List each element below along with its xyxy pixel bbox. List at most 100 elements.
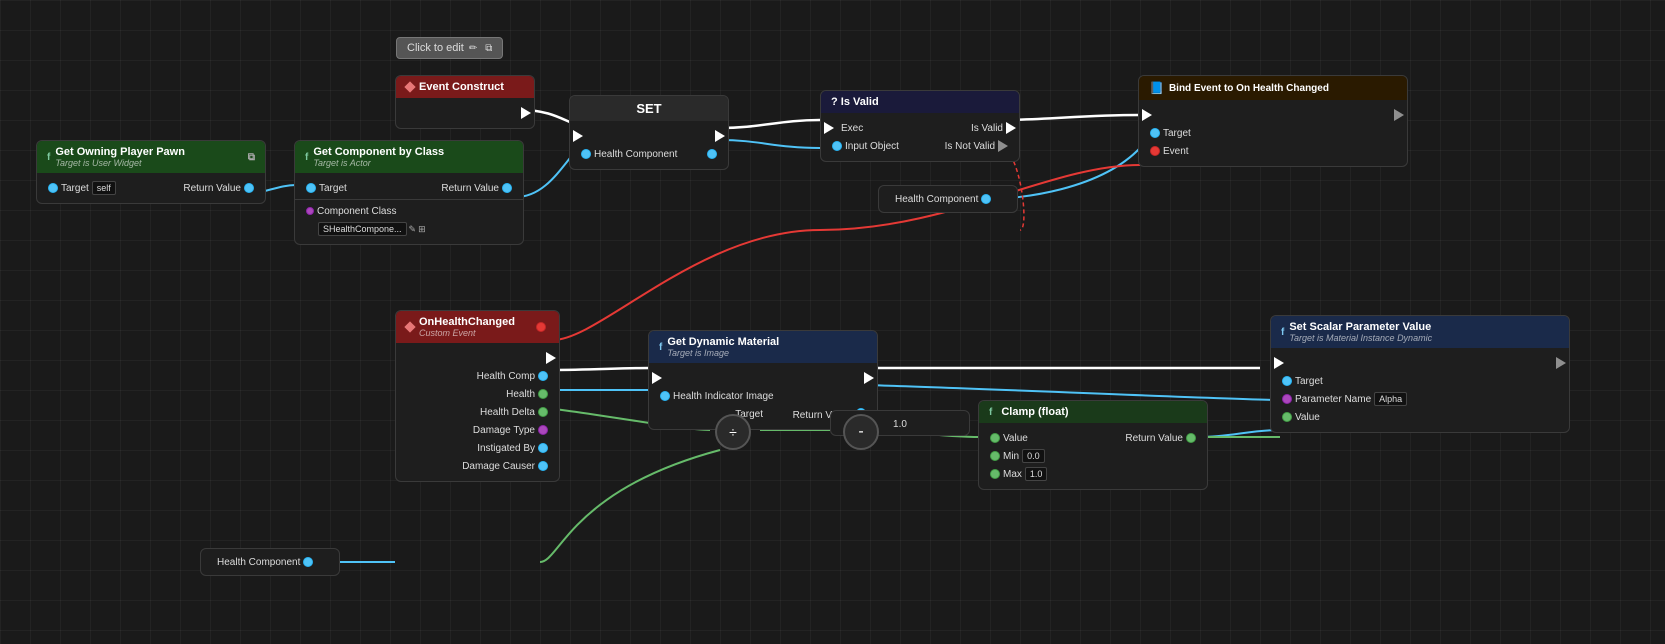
param-name-row: Parameter Name Alpha (1271, 390, 1569, 408)
exec-out-icon (546, 352, 556, 364)
health-label: Health (506, 389, 535, 400)
exec-in-icon (573, 130, 583, 142)
event-diamond-icon (404, 81, 415, 92)
get-component-header: f Get Component by Class Target is Actor (295, 141, 523, 173)
exec-in-icon (652, 372, 662, 384)
is-not-valid-label: Is Not Valid (945, 141, 995, 152)
damage-type-label: Damage Type (473, 425, 535, 436)
bind-target-row: Target (1139, 124, 1407, 142)
clamp-max-row: Max 1.0 (979, 465, 1207, 483)
target-pin (48, 183, 58, 193)
health-out-pin (707, 149, 717, 159)
health-indicator-pin (660, 391, 670, 401)
input-object-row: Input Object Is Not Valid (821, 137, 1019, 155)
param-name-pin (1282, 394, 1292, 404)
get-owning-subtitle: Target is User Widget (55, 158, 185, 168)
get-component-title: Get Component by Class (313, 146, 444, 158)
instigated-label: Instigated By (477, 443, 535, 454)
is-valid-title: ? Is Valid (831, 96, 879, 108)
set-header: SET (570, 96, 728, 121)
value-pin (990, 433, 1000, 443)
edit-component-icon[interactable]: ✎ (409, 224, 417, 235)
health-label: Health Component (594, 149, 677, 160)
browse-icon[interactable]: ⊞ (418, 224, 426, 235)
return-label: Return Value (1125, 433, 1183, 444)
set-node: SET Health Component (569, 95, 729, 170)
health-comp-pin (303, 557, 313, 567)
bind-event-title: Bind Event to On Health Changed (1169, 83, 1329, 94)
param-name-label: Parameter Name (1295, 394, 1371, 405)
health-indicator-label: Health Indicator Image (673, 391, 774, 402)
on-health-changed-node: OnHealthChanged Custom Event Health Comp… (395, 310, 560, 482)
target-label: Target (1295, 376, 1323, 387)
click-to-edit-label: Click to edit (407, 42, 464, 54)
instigated-pin (538, 443, 548, 453)
target-label: Target (1163, 128, 1191, 139)
set-health-row: Health Component (570, 145, 728, 163)
minus-symbol: - (858, 423, 863, 441)
exec-out-icon (1394, 109, 1404, 121)
set-scalar-header: f Set Scalar Parameter Value Target is M… (1271, 316, 1569, 348)
value-label: Value (1003, 433, 1028, 444)
set-title: SET (636, 101, 661, 116)
health-comp-row: Health Component (209, 553, 331, 571)
return-pin (1186, 433, 1196, 443)
exec-out-icon (1556, 357, 1566, 369)
clamp-title: Clamp (float) (1001, 406, 1068, 418)
health-delta-pin (538, 407, 548, 417)
is-valid-node: ? Is Valid Exec Is Valid Input Object Is… (820, 90, 1020, 162)
exec-in-icon (1274, 357, 1284, 369)
set-scalar-title: Set Scalar Parameter Value (1289, 321, 1432, 333)
get-owning-title: Get Owning Player Pawn (55, 146, 185, 158)
is-valid-exec-row: Exec Is Valid (821, 119, 1019, 137)
click-to-edit-button[interactable]: Click to edit ✏ ⧉ (396, 37, 503, 59)
target-pin (1150, 128, 1160, 138)
component-class-label: Component Class (317, 206, 396, 217)
exec-label: Exec (841, 123, 863, 134)
on-health-subtitle: Custom Event (419, 328, 515, 338)
event-construct-exec-out (396, 104, 534, 122)
input-object-label: Input Object (845, 141, 899, 152)
value-label: Value (1295, 412, 1320, 423)
min-value: 0.0 (1022, 449, 1045, 463)
health-delta-row: Health Delta (396, 403, 559, 421)
component-class-value-row: SHealthCompone... ✎ ⊞ (295, 220, 523, 238)
damage-type-row: Damage Type (396, 421, 559, 439)
health-comp-pin (538, 371, 548, 381)
get-dynamic-header: f Get Dynamic Material Target is Image (649, 331, 877, 363)
exec-out-icon (1006, 122, 1016, 134)
exec-in-icon (824, 122, 834, 134)
return-pin (502, 183, 512, 193)
event-construct-title: Event Construct (419, 81, 504, 93)
health-row: Health (396, 385, 559, 403)
max-pin (990, 469, 1000, 479)
self-value: self (92, 181, 116, 195)
target-in-pin (306, 183, 316, 193)
damage-type-pin (538, 425, 548, 435)
event-label: Event (1163, 146, 1189, 157)
return-label: Return Value (183, 183, 241, 194)
health-comp-pin (981, 194, 991, 204)
set-scalar-subtitle: Target is Material Instance Dynamic (1289, 333, 1432, 343)
target-label: Target (61, 183, 89, 194)
component-class-pin (306, 207, 314, 215)
event-construct-node: Event Construct (395, 75, 535, 129)
health-comp-label: Health Component (895, 194, 978, 205)
health-in-pin (581, 149, 591, 159)
edit-icon: ✏ (469, 43, 477, 54)
event-pin (1150, 146, 1160, 156)
scalar-value-row: Value (1271, 408, 1569, 426)
scalar-exec-row (1271, 354, 1569, 372)
clamp-float-node: f Clamp (float) Value Return Value Min 0… (978, 400, 1208, 490)
scalar-target-row: Target (1271, 372, 1569, 390)
is-valid-header: ? Is Valid (821, 91, 1019, 113)
not-valid-exec-icon (998, 140, 1008, 152)
is-valid-out-label: Is Valid (971, 123, 1003, 134)
health-component-ref2: Health Component (200, 548, 340, 576)
event-construct-header: Event Construct (396, 76, 534, 98)
health-comp-row: Health Component (887, 190, 1009, 208)
exec-out-icon (521, 107, 531, 119)
health-comp-label: Health Component (217, 557, 300, 568)
book-icon: 📘 (1149, 81, 1164, 95)
health-indicator-row: Health Indicator Image (649, 387, 877, 405)
